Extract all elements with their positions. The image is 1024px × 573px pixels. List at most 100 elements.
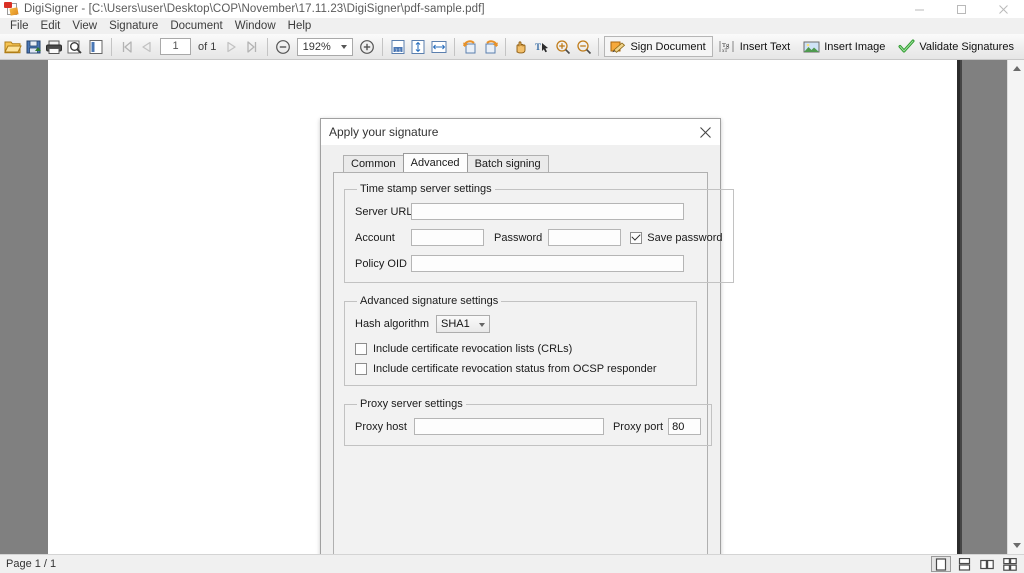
account-input[interactable] <box>411 229 484 246</box>
proxy-row: Proxy host Proxy port <box>355 418 702 435</box>
menu-window[interactable]: Window <box>229 18 282 34</box>
include-crl-checkbox[interactable] <box>355 343 367 355</box>
zoom-in-icon[interactable] <box>357 36 377 58</box>
save-password-checkbox[interactable] <box>630 231 643 244</box>
last-page-icon[interactable] <box>242 36 262 58</box>
page-layout-icon[interactable] <box>86 36 106 58</box>
zoom-out-icon[interactable] <box>273 36 293 58</box>
validate-signatures-label: Validate Signatures <box>919 40 1014 53</box>
svg-text:Tg: Tg <box>722 42 730 49</box>
open-file-icon[interactable] <box>3 36 23 58</box>
page-number-input[interactable]: 1 <box>160 38 191 55</box>
title-bar: DigiSigner - [C:\Users\user\Desktop\COP\… <box>0 0 1024 18</box>
insert-text-label: Insert Text <box>739 40 791 53</box>
zoom-level-value: 192% <box>302 40 331 53</box>
password-label: Password <box>494 231 543 244</box>
find-icon[interactable] <box>65 36 85 58</box>
insert-text-icon: Tg xT <box>718 39 736 55</box>
chevron-down-icon <box>478 323 485 327</box>
scroll-up-icon[interactable] <box>1008 60 1024 77</box>
insert-text-button[interactable]: Tg xT Insert Text <box>714 36 798 57</box>
include-crl-row: Include certificate revocation lists (CR… <box>355 343 686 355</box>
maximize-icon[interactable] <box>940 0 982 18</box>
zoom-level-combobox[interactable]: 192% <box>296 37 353 56</box>
menu-document[interactable]: Document <box>164 18 228 34</box>
view-single-page-icon[interactable] <box>931 556 951 572</box>
tab-common[interactable]: Common <box>343 155 404 172</box>
scroll-down-icon[interactable] <box>1008 537 1024 554</box>
server-url-input[interactable] <box>411 203 684 220</box>
insert-image-label: Insert Image <box>824 40 886 53</box>
fit-width-icon[interactable] <box>429 36 449 58</box>
dialog-close-icon[interactable] <box>694 121 716 143</box>
dialog-title: Apply your signature <box>329 125 439 139</box>
check-mark-icon <box>897 39 915 55</box>
save-password-label: Save password <box>647 231 723 244</box>
digisigner-window: DigiSigner - [C:\Users\user\Desktop\COP\… <box>0 0 1024 573</box>
svg-text:T: T <box>535 42 541 52</box>
menu-edit[interactable]: Edit <box>35 18 67 34</box>
marquee-zoom-in-icon[interactable] <box>553 36 573 58</box>
close-icon[interactable] <box>982 0 1024 18</box>
dialog-body: Common Advanced Batch signing Time stamp… <box>321 145 734 554</box>
account-password-row: Account Password Save password <box>355 229 723 246</box>
menu-bar: File Edit View Signature Document Window… <box>0 18 1024 34</box>
proxy-host-label: Proxy host <box>355 420 407 433</box>
vertical-scrollbar[interactable] <box>1007 60 1024 554</box>
tab-advanced[interactable]: Advanced <box>402 153 468 172</box>
menu-view[interactable]: View <box>66 18 103 34</box>
fit-page-icon[interactable] <box>408 36 428 58</box>
view-continuous-icon[interactable] <box>954 556 974 572</box>
select-text-icon[interactable]: T <box>532 36 552 58</box>
server-url-label: Server URL <box>355 205 413 218</box>
menu-file[interactable]: File <box>4 18 35 34</box>
menu-signature[interactable]: Signature <box>103 18 164 34</box>
sign-document-button[interactable]: Sign Document <box>604 36 713 57</box>
toolbar-separator <box>110 37 112 56</box>
insert-image-button[interactable]: Insert Image <box>798 36 892 57</box>
advanced-signature-legend: Advanced signature settings <box>360 295 499 307</box>
next-page-icon[interactable] <box>221 36 241 58</box>
hash-algorithm-select[interactable]: SHA1 <box>435 315 490 333</box>
password-input[interactable] <box>548 229 622 246</box>
actual-size-icon[interactable]: 1:1 <box>388 36 408 58</box>
apply-signature-dialog: Apply your signature Common Advanced Bat… <box>320 118 734 554</box>
print-icon[interactable] <box>45 36 65 58</box>
menu-help[interactable]: Help <box>282 18 318 34</box>
account-label: Account <box>355 231 395 244</box>
status-page-label: Page 1 / 1 <box>6 558 57 570</box>
rotate-right-icon[interactable] <box>481 36 501 58</box>
proxy-host-input[interactable] <box>413 418 604 435</box>
view-mode-group <box>931 556 1020 572</box>
previous-page-icon[interactable] <box>138 36 158 58</box>
hand-tool-icon[interactable] <box>511 36 531 58</box>
include-ocsp-checkbox[interactable] <box>355 363 367 375</box>
first-page-icon[interactable] <box>117 36 137 58</box>
document-view: Apply your signature Common Advanced Bat… <box>0 60 1024 554</box>
marquee-zoom-out-icon[interactable] <box>574 36 594 58</box>
view-facing-pages-icon[interactable] <box>977 556 997 572</box>
minimize-icon[interactable] <box>898 0 940 18</box>
svg-text:1:1: 1:1 <box>394 47 401 52</box>
window-title: DigiSigner - [C:\Users\user\Desktop\COP\… <box>24 3 485 15</box>
sign-document-icon <box>608 39 626 55</box>
proxy-port-input[interactable] <box>668 418 702 435</box>
view-continuous-facing-icon[interactable] <box>1000 556 1020 572</box>
proxy-port-label: Proxy port <box>612 420 664 433</box>
page-total-label: of 1 <box>197 40 217 53</box>
server-url-row: Server URL <box>355 203 723 220</box>
toolbar-separator <box>453 37 455 56</box>
validate-signatures-button[interactable]: Validate Signatures <box>893 36 1021 57</box>
chevron-down-icon <box>340 44 347 49</box>
hash-algorithm-label: Hash algorithm <box>355 318 429 330</box>
timestamp-server-legend: Time stamp server settings <box>360 183 492 195</box>
policy-oid-label: Policy OID <box>355 257 407 270</box>
main-toolbar: 1 of 1 192% 1:1 T Sign Document Tg xT In… <box>0 34 1024 60</box>
rotate-left-icon[interactable] <box>460 36 480 58</box>
tab-batch-signing[interactable]: Batch signing <box>466 155 549 172</box>
policy-oid-input[interactable] <box>411 255 684 272</box>
include-crl-label: Include certificate revocation lists (CR… <box>373 343 573 355</box>
include-ocsp-row: Include certificate revocation status fr… <box>355 363 686 375</box>
save-file-icon[interactable] <box>24 36 44 58</box>
include-ocsp-label: Include certificate revocation status fr… <box>373 363 657 375</box>
